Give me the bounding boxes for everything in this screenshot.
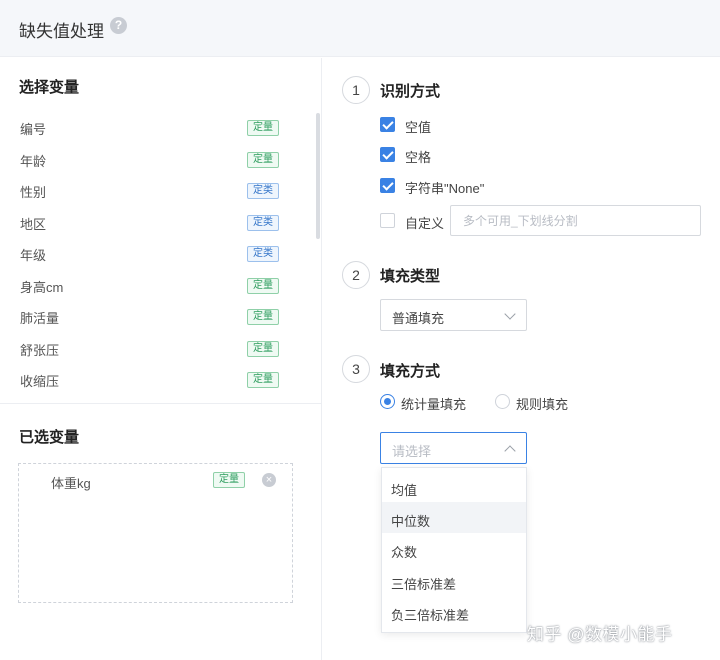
variable-name: 身高cm xyxy=(20,280,64,295)
select-variables-title: 选择变量 xyxy=(19,79,80,96)
radio-label: 规则填充 xyxy=(516,397,569,412)
step-title-identify: 识别方式 xyxy=(380,83,441,100)
page-title: 缺失值处理 xyxy=(19,22,104,41)
chevron-up-icon xyxy=(504,445,516,457)
type-tag-quantitative: 定量 xyxy=(247,372,279,388)
dropdown-option[interactable]: 均值 xyxy=(382,471,526,502)
selected-variables-dropzone[interactable]: 体重kg 定量 × xyxy=(18,463,293,603)
variable-name: 收缩压 xyxy=(20,374,60,389)
fill-type-select[interactable]: 普通填充 xyxy=(380,299,527,331)
type-tag-categorical: 定类 xyxy=(247,246,279,262)
dropdown-option[interactable]: 众数 xyxy=(382,533,526,564)
type-tag-quantitative: 定量 xyxy=(247,278,279,294)
radio-label: 统计量填充 xyxy=(401,397,467,412)
option-label: 负三倍标准差 xyxy=(391,608,470,623)
step-number-2: 2 xyxy=(342,261,370,289)
type-tag-categorical: 定类 xyxy=(247,215,279,231)
step-number-3: 3 xyxy=(342,355,370,383)
variable-item[interactable]: 收缩压 定量 xyxy=(0,364,300,394)
variable-name: 地区 xyxy=(20,217,47,232)
type-tag-quantitative: 定量 xyxy=(247,120,279,136)
variable-item[interactable]: 肺活量 定量 xyxy=(0,301,300,331)
statistic-dropdown-menu: 均值 中位数 众数 三倍标准差 负三倍标准差 xyxy=(381,467,527,633)
step-title-fill-method: 填充方式 xyxy=(380,363,441,380)
variable-name: 性别 xyxy=(20,185,47,200)
statistic-select[interactable]: 请选择 xyxy=(380,432,527,464)
variable-name: 年龄 xyxy=(20,154,47,169)
option-label: 均值 xyxy=(391,483,418,498)
type-tag-quantitative: 定量 xyxy=(247,309,279,325)
type-tag-quantitative: 定量 xyxy=(213,472,245,488)
watermark: 知乎 @数模小能手 xyxy=(527,625,673,644)
variable-name: 肺活量 xyxy=(20,311,60,326)
checkbox-label: 字符串"None" xyxy=(405,181,485,196)
variable-item[interactable]: 编号 定量 xyxy=(0,112,300,142)
custom-values-input[interactable] xyxy=(450,205,701,236)
variable-item[interactable]: 性别 定类 xyxy=(0,175,300,205)
select-placeholder: 请选择 xyxy=(392,444,432,459)
variable-name: 编号 xyxy=(20,122,47,137)
checkbox-label: 空格 xyxy=(405,150,432,165)
type-tag-categorical: 定类 xyxy=(247,183,279,199)
option-label: 众数 xyxy=(391,545,418,560)
selected-variables-title: 已选变量 xyxy=(19,429,80,446)
variable-name: 年级 xyxy=(20,248,47,263)
radio-selected-icon[interactable] xyxy=(380,394,395,409)
chevron-down-icon xyxy=(504,308,516,320)
step-number-1: 1 xyxy=(342,76,370,104)
variable-name: 舒张压 xyxy=(20,343,60,358)
dropdown-option[interactable]: 负三倍标准差 xyxy=(382,596,526,627)
option-label: 三倍标准差 xyxy=(391,577,457,592)
checkbox-label: 自定义 xyxy=(405,216,445,231)
select-value: 普通填充 xyxy=(392,311,445,326)
checkbox-label: 空值 xyxy=(405,120,432,135)
help-icon[interactable]: ? xyxy=(110,17,127,34)
checkbox-checked-icon[interactable] xyxy=(380,117,395,132)
variable-item[interactable]: 地区 定类 xyxy=(0,207,300,237)
variable-panel: 选择变量 编号 定量 年龄 定量 性别 定类 地区 定类 年级 定类 身高cm … xyxy=(0,58,322,660)
checkbox-checked-icon[interactable] xyxy=(380,178,395,193)
variable-list-scrollbar[interactable] xyxy=(316,113,320,239)
dropdown-option[interactable]: 三倍标准差 xyxy=(382,565,526,596)
option-label: 中位数 xyxy=(391,514,431,529)
variable-item[interactable]: 身高cm 定量 xyxy=(0,270,300,300)
checkbox-checked-icon[interactable] xyxy=(380,147,395,162)
checkbox-unchecked-icon[interactable] xyxy=(380,213,395,228)
type-tag-quantitative: 定量 xyxy=(247,152,279,168)
remove-variable-icon[interactable]: × xyxy=(262,473,276,487)
panel-divider xyxy=(0,403,322,404)
variable-item[interactable]: 年级 定类 xyxy=(0,238,300,268)
selected-variable-item[interactable]: 体重kg 定量 × xyxy=(19,464,292,496)
variable-item[interactable]: 年龄 定量 xyxy=(0,144,300,174)
dropdown-option-hovered[interactable]: 中位数 xyxy=(382,502,526,533)
variable-name: 体重kg xyxy=(51,476,91,491)
variable-item[interactable]: 舒张压 定量 xyxy=(0,333,300,363)
step-title-fill-type: 填充类型 xyxy=(380,268,441,285)
type-tag-quantitative: 定量 xyxy=(247,341,279,357)
radio-unselected-icon[interactable] xyxy=(495,394,510,409)
page-header: 缺失值处理 ? xyxy=(0,0,720,57)
